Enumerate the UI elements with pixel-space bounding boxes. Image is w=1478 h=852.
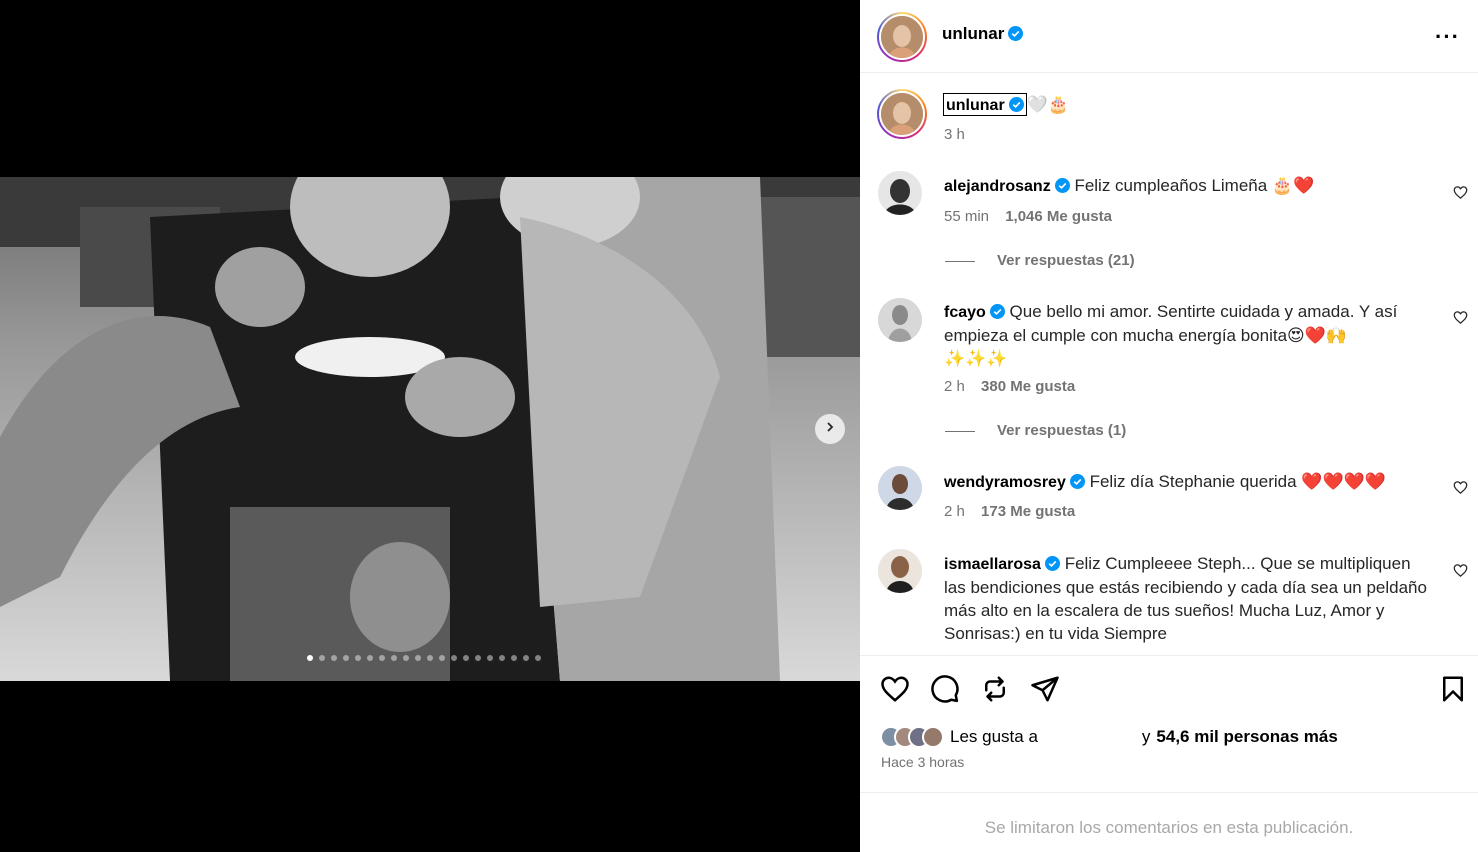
comment-likes[interactable]: 380 Me gusta — [981, 378, 1075, 395]
verified-icon — [1008, 97, 1024, 112]
view-replies-link[interactable]: Ver respuestas (21) — [997, 252, 1135, 269]
comment-username[interactable]: fcayo — [944, 304, 986, 321]
carousel-dot — [511, 655, 517, 661]
verified-icon — [1069, 474, 1085, 489]
heart-icon[interactable] — [880, 674, 910, 704]
carousel-dot — [487, 655, 493, 661]
comment-meta: 2 h 173 Me gusta — [944, 503, 1075, 520]
verified-icon — [1044, 556, 1060, 571]
carousel-dot — [463, 655, 469, 661]
bookmark-icon[interactable] — [1438, 674, 1468, 704]
caption-text: 🤍🎂 — [1026, 95, 1070, 114]
comment-line: fcayo Que bello mi amor. Sentirte cuidad… — [944, 300, 1454, 324]
comment-avatar[interactable] — [878, 466, 922, 510]
comment-icon[interactable] — [930, 674, 960, 704]
comment-line: ismaellarosa Feliz Cumpleeee Steph... Qu… — [944, 552, 1454, 576]
comment-time: 55 min — [944, 208, 990, 225]
caption-time: 3 h — [944, 126, 965, 143]
comment-text-block: ismaellarosa Feliz Cumpleeee Steph... Qu… — [944, 552, 1454, 645]
comment-avatar[interactable] — [878, 298, 922, 342]
comment-text-row: wendyramosrey Feliz día Stephanie querid… — [944, 470, 1386, 494]
comment-time: 2 h — [944, 503, 965, 520]
carousel-dot — [379, 655, 385, 661]
verified-icon — [989, 304, 1005, 319]
verified-icon — [1054, 178, 1070, 193]
post-actions: Les gusta a y 54,6 mil personas más Hace… — [860, 655, 1478, 793]
carousel-dot — [535, 655, 541, 661]
caption-username-link[interactable]: unlunar — [943, 93, 1027, 116]
carousel-dot — [355, 655, 361, 661]
likes-prefix: Les gusta a — [950, 727, 1038, 746]
comment-username[interactable]: ismaellarosa — [944, 556, 1041, 573]
carousel-dot — [451, 655, 457, 661]
author-avatar[interactable] — [877, 12, 927, 62]
comment-text: Que bello mi amor. Sentirte cuidada y am… — [1009, 302, 1398, 321]
chevron-right-icon — [824, 420, 836, 438]
comment-line: las bendiciones que estás recibiendo y c… — [944, 578, 1427, 597]
comment-line: Sonrisas:) en tu vida Siempre — [944, 624, 1167, 643]
heart-icon[interactable] — [1453, 185, 1468, 200]
post-media — [0, 0, 860, 852]
author-username[interactable]: unlunar — [942, 24, 1004, 43]
carousel-dot — [499, 655, 505, 661]
comment-avatar[interactable] — [878, 171, 922, 215]
comment-time: 2 h — [944, 378, 965, 395]
likes-middle: y — [1141, 727, 1151, 746]
comment-meta: 2 h 380 Me gusta — [944, 378, 1075, 395]
verified-icon — [1008, 26, 1024, 41]
liker-avatars[interactable] — [880, 726, 944, 748]
carousel-dot — [343, 655, 349, 661]
comment-meta: 55 min 1,046 Me gusta — [944, 208, 1112, 225]
carousel-dot — [475, 655, 481, 661]
carousel-dot — [427, 655, 433, 661]
likes-summary: Les gusta a y 54,6 mil personas más — [880, 726, 1338, 748]
comment-line: más alto en la escalera de tus sueños! M… — [944, 601, 1385, 620]
carousel-dot — [415, 655, 421, 661]
share-icon[interactable] — [1030, 674, 1060, 704]
comment-line: ✨✨✨ — [944, 349, 1008, 368]
heart-icon[interactable] — [1453, 563, 1468, 578]
next-slide-button[interactable] — [815, 414, 845, 444]
comment-username[interactable]: wendyramosrey — [944, 474, 1066, 491]
comments-limited-notice: Se limitaron los comentarios en esta pub… — [984, 818, 1354, 837]
post-time: Hace 3 horas — [881, 754, 965, 770]
caption-text-row: unlunar 🤍🎂 — [943, 93, 1069, 117]
carousel-dot — [307, 655, 313, 661]
comment-avatar[interactable] — [878, 549, 922, 593]
avatar — [922, 726, 944, 748]
carousel-indicator — [307, 655, 541, 661]
comment-likes[interactable]: 1,046 Me gusta — [1005, 208, 1112, 225]
carousel-dot — [319, 655, 325, 661]
more-icon[interactable]: ··· — [1435, 24, 1460, 50]
comment-username[interactable]: alejandrosanz — [944, 178, 1051, 195]
comment-text-row: alejandrosanz Feliz cumpleaños Limeña 🎂❤… — [944, 174, 1314, 198]
comment-text: Feliz cumpleaños Limeña 🎂❤️ — [1074, 176, 1315, 195]
comment-text: Feliz día Stephanie querida ❤️❤️❤️❤️ — [1089, 472, 1386, 491]
carousel-dot — [403, 655, 409, 661]
comment-line: empieza el cumple con mucha energía boni… — [944, 326, 1348, 345]
post-side-panel: unlunar ··· unlunar 🤍🎂 3 h alejandrosanz … — [860, 0, 1478, 852]
view-replies-link[interactable]: Ver respuestas (1) — [997, 422, 1126, 439]
repost-icon[interactable] — [980, 674, 1010, 704]
caption-avatar[interactable] — [877, 89, 927, 139]
carousel-dot — [391, 655, 397, 661]
carousel-dot — [439, 655, 445, 661]
post-photo[interactable] — [0, 177, 860, 681]
post-header: unlunar ··· — [860, 0, 1478, 73]
likes-count[interactable]: 54,6 mil personas más — [1156, 727, 1337, 747]
heart-icon[interactable] — [1453, 310, 1468, 325]
carousel-dot — [523, 655, 529, 661]
comment-text-block: fcayo Que bello mi amor. Sentirte cuidad… — [944, 300, 1454, 370]
carousel-dot — [331, 655, 337, 661]
heart-icon[interactable] — [1453, 480, 1468, 495]
carousel-dot — [367, 655, 373, 661]
author-name-row: unlunar — [942, 24, 1024, 44]
comment-text: Feliz Cumpleeee Steph... Que se multipli… — [1064, 554, 1411, 573]
comment-likes[interactable]: 173 Me gusta — [981, 503, 1075, 520]
